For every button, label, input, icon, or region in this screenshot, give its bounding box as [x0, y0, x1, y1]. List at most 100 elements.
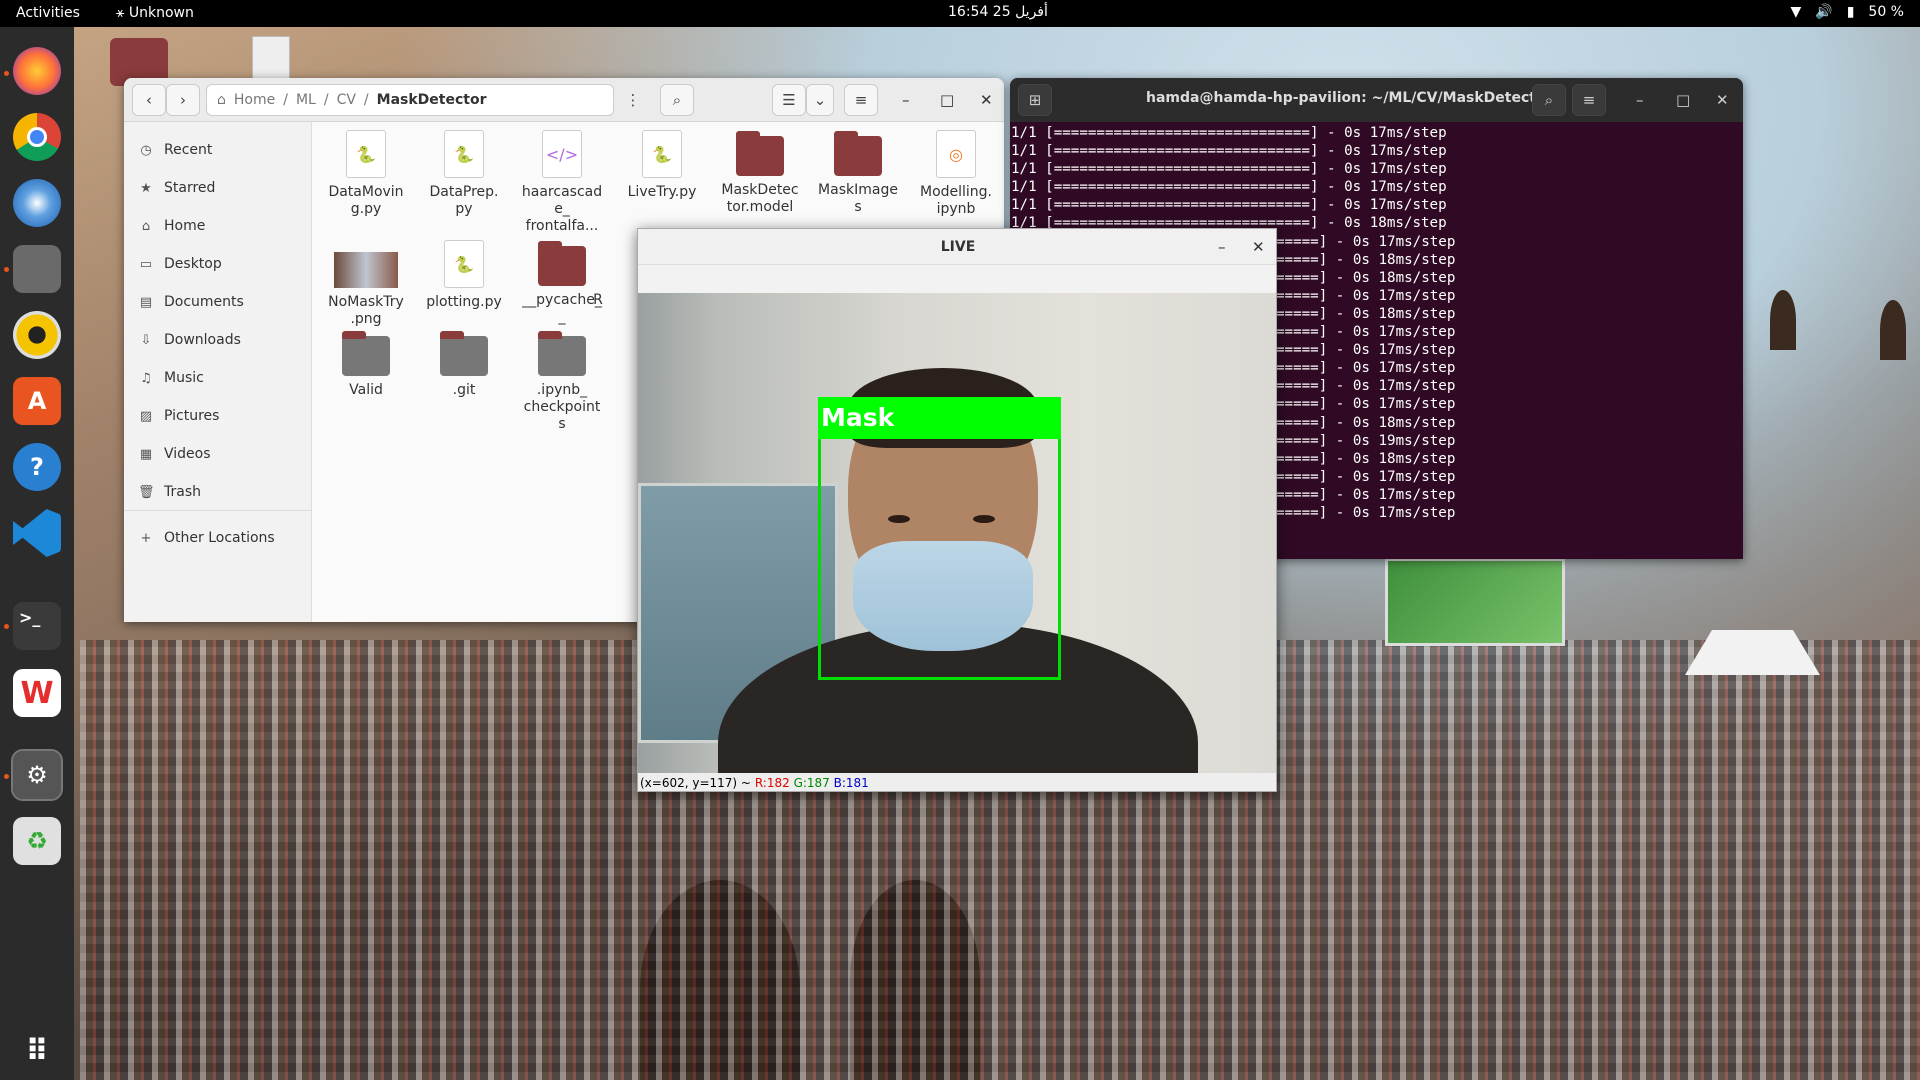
hamburger-icon: ≡ — [1582, 91, 1596, 109]
main-menu-button[interactable]: ≡ — [844, 84, 878, 116]
forward-button[interactable]: › — [166, 84, 200, 116]
file-item[interactable]: 🐍 DataPrep. py — [414, 130, 514, 218]
folder-icon — [342, 331, 390, 376]
sidebar-item-home[interactable]: ⌂ Home — [138, 218, 205, 234]
camera-feed[interactable]: Mask — [638, 293, 1276, 773]
wifi-icon: ▼ — [1790, 4, 1802, 20]
terminal-minimize-button[interactable]: – — [1636, 91, 1644, 109]
file-item[interactable]: R — [588, 292, 608, 309]
folder-item[interactable]: .git — [414, 330, 514, 399]
terminal-menu-button[interactable]: ≡ — [1572, 84, 1606, 116]
live-minimize-button[interactable]: – — [1218, 238, 1226, 256]
maximize-button[interactable]: □ — [940, 91, 954, 109]
sidebar-label: Other Locations — [164, 530, 275, 546]
breadcrumb-cv[interactable]: CV — [337, 92, 356, 108]
file-item[interactable]: 🐍 LiveTry.py — [612, 130, 712, 201]
folder-name: .git — [452, 382, 476, 398]
terminal-header: ⊞ hamda@hamda-hp-pavilion: ~/ML/CV/MaskD… — [1010, 78, 1743, 122]
view-options-button[interactable]: ⌄ — [806, 84, 834, 116]
python-file-icon: 🐍 — [444, 240, 484, 288]
terminal-maximize-button[interactable]: □ — [1676, 91, 1690, 109]
breadcrumb-home[interactable]: Home — [234, 92, 275, 108]
live-window: LIVE – ✕ Mask (x=602, y=117) ~ R:182 G:1… — [637, 228, 1277, 792]
clock[interactable]: 16:54 أفريل 25 — [948, 4, 1048, 20]
breadcrumb-ml[interactable]: ML — [296, 92, 316, 108]
folder-item[interactable]: MaskDetec tor.model — [710, 130, 810, 216]
sidebar-item-recent[interactable]: ◷ Recent — [138, 142, 212, 158]
terminal-close-button[interactable]: ✕ — [1716, 91, 1729, 109]
sidebar-item-music[interactable]: ♫ Music — [138, 370, 204, 386]
folder-item[interactable]: __pycache_ _ — [512, 240, 612, 326]
running-indicator — [4, 774, 9, 779]
terminal-icon[interactable]: >_ — [13, 602, 61, 650]
home-icon: ⌂ — [141, 218, 151, 234]
sidebar-item-trash[interactable]: 🗑 Trash — [138, 484, 201, 500]
sidebar-label: Recent — [164, 142, 213, 158]
terminal-line: 1/1 [==============================] - 0… — [1011, 179, 1447, 196]
show-apps-icon[interactable]: ⠿ — [13, 1027, 61, 1075]
live-header: LIVE – ✕ — [638, 229, 1276, 265]
clock-icon: ◷ — [140, 142, 152, 158]
thunderbird-icon[interactable] — [13, 179, 61, 227]
search-icon: ⌕ — [1544, 91, 1554, 109]
folder-icon — [440, 331, 488, 376]
app-menu[interactable]: ⚹ Unknown — [116, 5, 194, 21]
file-item[interactable]: 🐍 plotting.py — [414, 240, 514, 311]
chrome-icon[interactable] — [13, 113, 61, 161]
sidebar-item-downloads[interactable]: ⇩ Downloads — [138, 332, 241, 348]
system-tray[interactable]: ▼ 🔊 ▮ 50 % — [1790, 4, 1904, 20]
search-button[interactable]: ⌕ — [660, 84, 694, 116]
file-item[interactable]: ◎ Modelling. ipynb — [906, 130, 1004, 218]
path-menu-button[interactable]: ⋮ — [618, 84, 648, 116]
sidebar-label: Pictures — [164, 408, 220, 424]
close-button[interactable]: ✕ — [980, 91, 993, 109]
file-item[interactable]: NoMaskTry .png — [316, 246, 416, 328]
terminal-line: 1/1 [==============================] - 0… — [1011, 197, 1447, 214]
settings-icon[interactable]: ⚙ — [11, 749, 63, 801]
trash-icon[interactable]: ♻ — [13, 817, 61, 865]
minimize-button[interactable]: – — [902, 91, 910, 109]
file-item[interactable]: </> haarcascad e_ frontalfa... — [512, 130, 612, 235]
dock: A ? >_ W ⚙ ♻ ⠿ — [0, 27, 74, 1080]
file-name: plotting.py — [426, 294, 502, 310]
view-list-button[interactable]: ☰ — [772, 84, 806, 116]
file-name: Modelling. ipynb — [919, 184, 993, 217]
desktop-document-icon[interactable] — [252, 36, 290, 82]
back-button[interactable]: ‹ — [132, 84, 166, 116]
activities-button[interactable]: Activities — [16, 5, 80, 21]
terminal-search-button[interactable]: ⌕ — [1532, 84, 1566, 116]
new-tab-button[interactable]: ⊞ — [1018, 84, 1052, 116]
folder-name: MaskImage s — [818, 182, 898, 215]
folder-item[interactable]: .ipynb_ checkpoint s — [512, 330, 612, 433]
file-name: DataMovin g.py — [328, 184, 404, 217]
chevron-right-icon: › — [180, 91, 186, 109]
folder-name: .ipynb_ checkpoint s — [523, 382, 601, 432]
files-icon[interactable] — [13, 245, 61, 293]
breadcrumb[interactable]: ⌂ Home / ML / CV / MaskDetector — [206, 84, 614, 116]
sidebar-item-documents[interactable]: ▤ Documents — [138, 294, 244, 310]
battery-icon: ▮ — [1846, 4, 1855, 20]
app-center-icon[interactable]: A — [13, 377, 61, 425]
detection-box — [818, 397, 1061, 680]
sidebar-item-desktop[interactable]: ▭ Desktop — [138, 256, 222, 272]
sidebar-item-other-locations[interactable]: + Other Locations — [138, 530, 275, 546]
help-icon[interactable]: ? — [13, 443, 61, 491]
running-indicator — [4, 624, 9, 629]
file-item[interactable]: 🐍 DataMovin g.py — [316, 130, 416, 218]
firefox-icon[interactable] — [13, 47, 61, 95]
wps-office-icon[interactable]: W — [13, 669, 61, 717]
sidebar-item-videos[interactable]: ▦ Videos — [138, 446, 211, 462]
vscode-icon[interactable] — [13, 509, 61, 557]
live-close-button[interactable]: ✕ — [1252, 238, 1265, 256]
sidebar-item-starred[interactable]: ★ Starred — [138, 180, 215, 196]
sidebar-item-pictures[interactable]: ▨ Pictures — [138, 408, 220, 424]
breadcrumb-current[interactable]: MaskDetector — [377, 92, 487, 108]
desktop-icon: ▭ — [139, 256, 153, 272]
folder-item[interactable]: MaskImage s — [808, 130, 908, 216]
new-tab-icon: ⊞ — [1028, 91, 1042, 109]
breadcrumb-separator: / — [283, 92, 288, 108]
sidebar-label: Starred — [164, 180, 216, 196]
folder-item[interactable]: Valid — [316, 330, 416, 399]
hamburger-icon: ≡ — [854, 91, 868, 109]
rhythmbox-icon[interactable] — [13, 311, 61, 359]
